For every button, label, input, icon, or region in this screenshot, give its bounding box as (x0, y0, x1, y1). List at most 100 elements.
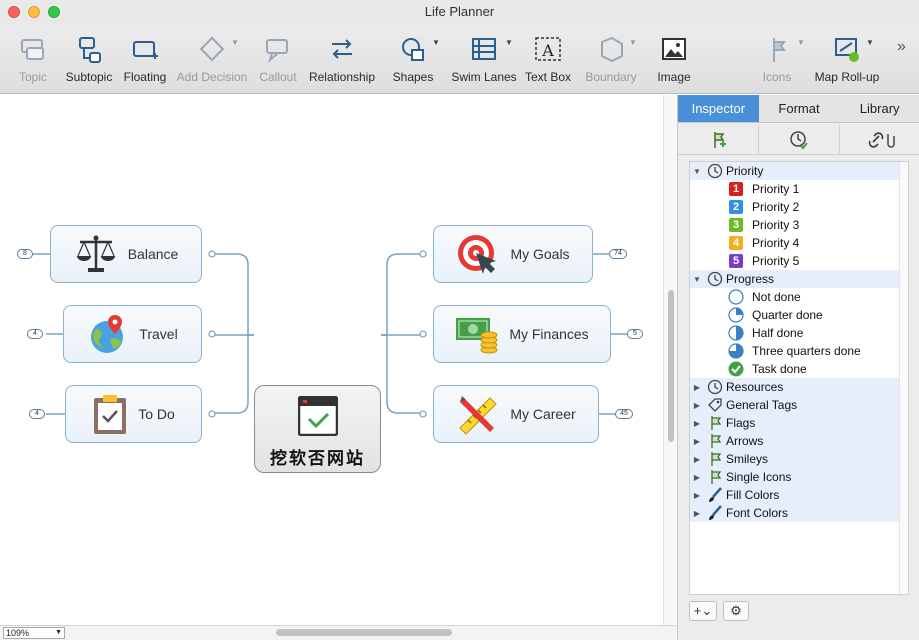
close-window-button[interactable] (8, 6, 20, 18)
topic-my-career-count-badge[interactable]: 45 (615, 409, 633, 419)
priority-item[interactable]: 4 Priority 4 (690, 234, 908, 252)
flag-icon (711, 434, 722, 448)
text-box-button[interactable]: A Text Box (524, 34, 572, 92)
group-single-icons[interactable]: ▶ Single Icons (690, 468, 908, 486)
collapsed-triangle-icon[interactable]: ▶ (690, 491, 704, 500)
status-bar: 109% ▼ (0, 625, 677, 640)
icon-library-tree: ▼ Priority 1 Priority 1 2 Priority 2 3 Prio… (689, 161, 909, 595)
image-button[interactable]: Image (654, 34, 694, 92)
tab-inspector[interactable]: Inspector (678, 95, 759, 123)
zoom-window-button[interactable] (48, 6, 60, 18)
subtab-links-attachments[interactable] (840, 125, 919, 154)
tab-library[interactable]: Library (839, 95, 919, 123)
progress-50-icon (728, 325, 744, 341)
swim-lanes-dropdown-icon[interactable]: ▼ (505, 38, 513, 47)
priority-item[interactable]: 3 Priority 3 (690, 216, 908, 234)
central-topic-label: 挖软否网站 (270, 449, 365, 469)
tree-scrollbar[interactable] (899, 162, 908, 594)
expanded-triangle-icon[interactable]: ▼ (690, 275, 704, 284)
group-resources[interactable]: ▶ Resources (690, 378, 908, 396)
priority-item[interactable]: 2 Priority 2 (690, 198, 908, 216)
progress-item[interactable]: Half done (690, 324, 908, 342)
progress-item[interactable]: Quarter done (690, 306, 908, 324)
map-roll-up-dropdown-icon[interactable]: ▼ (866, 38, 874, 47)
central-topic[interactable]: 挖软否网站 (254, 385, 381, 473)
collapsed-triangle-icon[interactable]: ▶ (690, 383, 704, 392)
progress-75-icon (728, 343, 744, 359)
priority-item[interactable]: 1 Priority 1 (690, 180, 908, 198)
callout-label: Callout (259, 70, 297, 84)
shapes-button[interactable]: Shapes (390, 34, 436, 92)
topic-button[interactable]: Topic (12, 34, 54, 92)
topic-my-goals[interactable]: My Goals (433, 225, 593, 283)
group-smileys[interactable]: ▶ Smileys (690, 450, 908, 468)
topic-balance[interactable]: Balance (50, 225, 202, 283)
group-progress[interactable]: ▼ Progress (690, 270, 908, 288)
toolbar: Topic Subtopic Floating Add Decision ▼ C… (0, 24, 919, 94)
text-box-icon: A (535, 37, 561, 61)
brush-icon (709, 505, 722, 520)
toolbar-overflow-icon[interactable]: » (897, 38, 906, 56)
globe-pin-icon (91, 315, 124, 353)
topic-to-do[interactable]: To Do (65, 385, 202, 443)
zoom-dropdown-icon: ▼ (55, 629, 62, 636)
canvas-vertical-scrollbar[interactable] (663, 95, 677, 625)
topic-my-finances[interactable]: My Finances (433, 305, 611, 363)
progress-item[interactable]: Not done (690, 288, 908, 306)
group-fill-colors[interactable]: ▶ Fill Colors (690, 486, 908, 504)
relationship-button[interactable]: Relationship (308, 34, 376, 92)
group-priority[interactable]: ▼ Priority (690, 162, 908, 180)
topic-travel[interactable]: Travel (63, 305, 202, 363)
clock-icon (707, 379, 723, 395)
subtab-icons[interactable] (678, 125, 759, 154)
topic-my-goals-count-badge[interactable]: 74 (609, 249, 627, 259)
shapes-dropdown-icon[interactable]: ▼ (432, 38, 440, 47)
zoom-select[interactable]: 109% ▼ (3, 627, 65, 639)
clock-icon (707, 163, 723, 179)
topic-to-do-label: To Do (138, 406, 175, 422)
image-icon (662, 38, 686, 60)
collapsed-triangle-icon[interactable]: ▶ (690, 455, 704, 464)
topic-to-do-count-badge[interactable]: 4 (29, 409, 45, 419)
minimize-window-button[interactable] (28, 6, 40, 18)
priority-item[interactable]: 5 Priority 5 (690, 252, 908, 270)
link-attachment-icon (868, 131, 895, 148)
group-font-colors[interactable]: ▶ Font Colors (690, 504, 908, 522)
collapsed-triangle-icon[interactable]: ▶ (690, 401, 704, 410)
topic-my-career[interactable]: My Career (433, 385, 599, 443)
vertical-scroll-thumb[interactable] (668, 290, 674, 442)
group-arrows[interactable]: ▶ Arrows (690, 432, 908, 450)
map-canvas[interactable]: Balance 8 Travel 4 To Do 4 挖软否网站 My Goal… (0, 95, 663, 625)
icons-flag-icon (714, 131, 726, 148)
icons-button[interactable]: Icons (756, 34, 798, 92)
relationship-icon (332, 39, 352, 59)
group-general-tags[interactable]: ▶ General Tags (690, 396, 908, 414)
collapsed-triangle-icon[interactable]: ▶ (690, 437, 704, 446)
tab-format[interactable]: Format (758, 95, 840, 123)
boundary-dropdown-icon[interactable]: ▼ (629, 38, 637, 47)
horizontal-scroll-thumb[interactable] (276, 629, 452, 636)
decision-icon (199, 36, 225, 62)
progress-item[interactable]: Task done (690, 360, 908, 378)
icons-dropdown-icon[interactable]: ▼ (797, 38, 805, 47)
group-label: Fill Colors (726, 488, 780, 502)
clock-check-icon (790, 130, 808, 149)
add-decision-dropdown-icon[interactable]: ▼ (231, 38, 239, 47)
topic-my-finances-count-badge[interactable]: 5 (627, 329, 643, 339)
topic-travel-count-badge[interactable]: 4 (27, 329, 43, 339)
settings-button[interactable]: ⚙ (723, 601, 749, 621)
collapsed-triangle-icon[interactable]: ▶ (690, 419, 704, 428)
collapsed-triangle-icon[interactable]: ▶ (690, 509, 704, 518)
floating-button[interactable]: Floating (122, 34, 168, 92)
progress-item[interactable]: Three quarters done (690, 342, 908, 360)
topic-balance-count-badge[interactable]: 8 (17, 249, 33, 259)
subtopic-button[interactable]: Subtopic (64, 34, 114, 92)
expanded-triangle-icon[interactable]: ▼ (690, 167, 704, 176)
add-button[interactable]: +⌄ (689, 601, 717, 621)
group-flags[interactable]: ▶ Flags (690, 414, 908, 432)
collapsed-triangle-icon[interactable]: ▶ (690, 473, 704, 482)
priority-3-icon: 3 (729, 218, 743, 232)
callout-button[interactable]: Callout (256, 34, 300, 92)
gear-icon: ⚙ (730, 603, 742, 618)
subtab-task-info[interactable] (759, 125, 840, 154)
